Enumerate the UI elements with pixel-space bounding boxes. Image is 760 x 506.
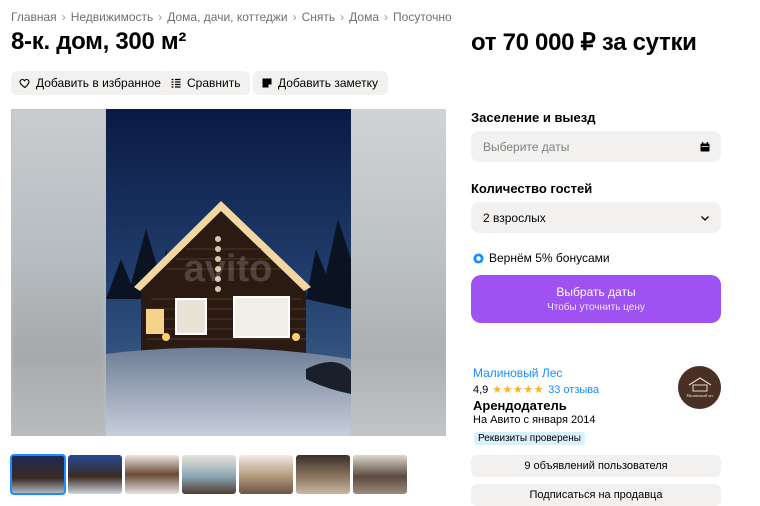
breadcrumb-real-estate[interactable]: Недвижимость (71, 10, 154, 24)
subscribe-button[interactable]: Подписаться на продавца (471, 484, 721, 506)
breadcrumb-separator: › (384, 10, 389, 24)
guests-label: Количество гостей (471, 181, 593, 196)
select-dates-sublabel: Чтобы уточнить цену (547, 302, 645, 313)
chevron-down-icon (701, 215, 709, 221)
bonus-info: Вернём 5% бонусами (473, 251, 610, 265)
bonus-text: Вернём 5% бонусами (489, 251, 610, 265)
breadcrumb-home[interactable]: Главная (11, 10, 57, 24)
thumbnail[interactable] (10, 454, 66, 495)
gallery-blur-left (11, 109, 106, 436)
thumbnail[interactable] (125, 455, 179, 494)
thumbnail-strip (10, 454, 407, 495)
breadcrumb-separator: › (61, 10, 66, 24)
gallery-blur-right (351, 109, 446, 436)
bonus-badge-icon (473, 252, 484, 264)
dates-label: Заселение и выезд (471, 110, 596, 125)
note-icon (262, 78, 272, 88)
seller-avatar[interactable]: Малиновый лес (678, 366, 721, 409)
breadcrumb-separator: › (158, 10, 163, 24)
seller-rating: 4,9 ★★★★★ 33 отзыва (473, 383, 599, 397)
compare-label: Сравнить (187, 76, 241, 90)
user-listings-button[interactable]: 9 объявлений пользователя (471, 455, 721, 477)
dates-field[interactable]: Выберите даты (471, 131, 721, 162)
add-note-label: Добавить заметку (278, 76, 378, 90)
breadcrumb-homes[interactable]: Дома (349, 10, 379, 24)
compare-list-icon (171, 78, 181, 88)
thumbnail[interactable] (239, 455, 293, 494)
compare-button[interactable]: Сравнить (162, 71, 251, 95)
breadcrumb-houses[interactable]: Дома, дачи, коттеджи (167, 10, 287, 24)
breadcrumb-daily[interactable]: Посуточно (393, 10, 452, 24)
add-to-favorites-label: Добавить в избранное (36, 76, 161, 90)
select-dates-label: Выбрать даты (556, 285, 636, 299)
thumbnail[interactable] (68, 455, 122, 494)
breadcrumb-separator: › (340, 10, 345, 24)
seller-name-link[interactable]: Малиновый Лес (473, 366, 562, 380)
avito-watermark: avito (184, 248, 273, 290)
photo-gallery[interactable]: avito (11, 109, 446, 436)
guests-select[interactable]: 2 взрослых (471, 202, 721, 233)
dates-placeholder: Выберите даты (483, 139, 570, 154)
guests-value: 2 взрослых (483, 210, 546, 225)
thumbnail[interactable] (353, 455, 407, 494)
price: от 70 000 ₽ за сутки (471, 29, 697, 56)
select-dates-button[interactable]: Выбрать даты Чтобы уточнить цену (471, 275, 721, 323)
page-title: 8-к. дом, 300 м² (11, 28, 187, 55)
main-photo[interactable]: avito (106, 109, 351, 436)
thumbnail[interactable] (296, 455, 350, 494)
seller-role: Арендодатель (473, 398, 567, 413)
rating-value: 4,9 (473, 383, 489, 396)
breadcrumb-rent[interactable]: Снять (302, 10, 336, 24)
reviews-link[interactable]: 33 отзыва (548, 384, 599, 396)
add-to-favorites-button[interactable]: Добавить в избранное (11, 71, 171, 95)
add-note-button[interactable]: Добавить заметку (253, 71, 388, 95)
rating-stars: ★★★★★ (492, 384, 545, 396)
verified-badge: Реквизиты проверены (474, 432, 585, 445)
breadcrumb-separator: › (292, 10, 297, 24)
svg-text:Малиновый лес: Малиновый лес (686, 393, 713, 398)
heart-icon (19, 78, 30, 89)
breadcrumb: Главная › Недвижимость › Дома, дачи, коттедж… (11, 10, 452, 24)
seller-since: На Авито с января 2014 (473, 414, 596, 426)
calendar-icon (700, 141, 710, 151)
thumbnail[interactable] (182, 455, 236, 494)
seller-logo: Малиновый лес (686, 376, 713, 398)
